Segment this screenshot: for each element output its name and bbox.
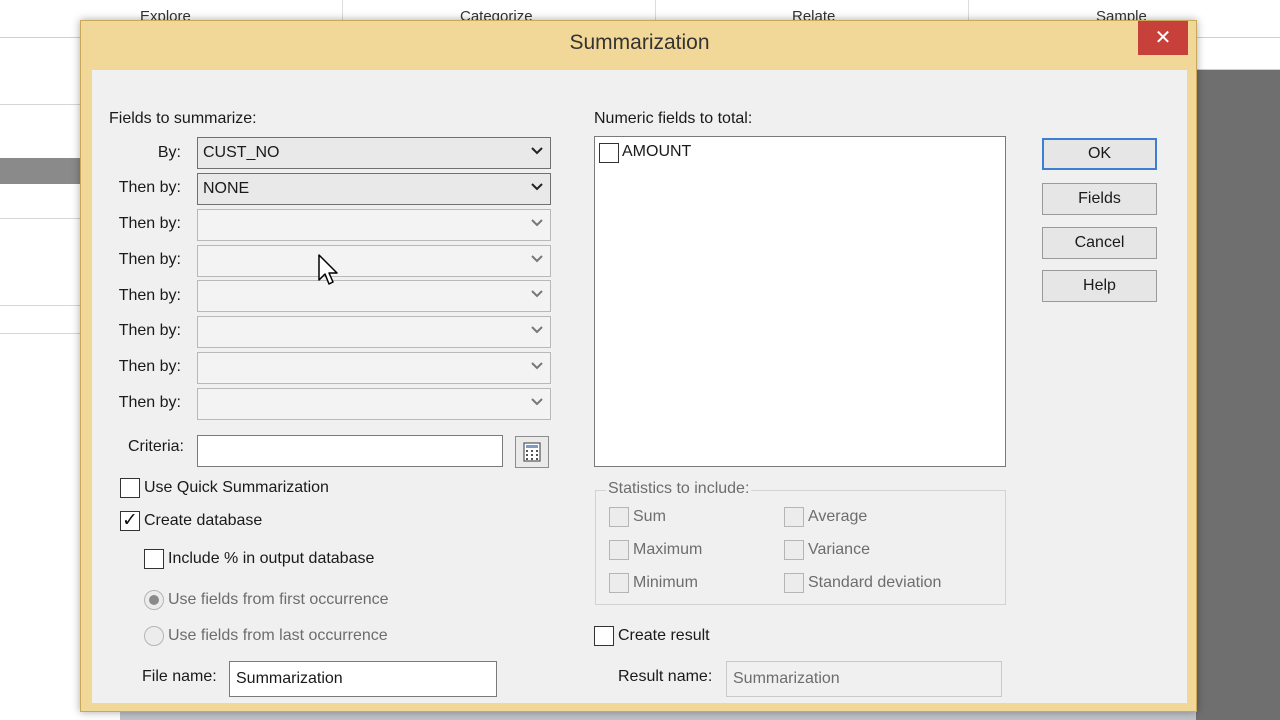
quick-summarization-label: Use Quick Summarization [144, 479, 329, 496]
sum-label: Sum [633, 508, 666, 525]
chevron-down-icon [530, 216, 544, 230]
then-by-label: Then by: [118, 322, 181, 339]
numeric-field-name: AMOUNT [622, 143, 692, 160]
then-by-dropdown-6[interactable] [197, 352, 551, 384]
mouse-pointer-icon [318, 254, 338, 285]
statistics-group-label: Statistics to include: [606, 480, 752, 498]
use-last-occurrence-radio[interactable] [144, 626, 164, 646]
std-dev-label: Standard deviation [808, 574, 942, 591]
dialog-title: Summarization [569, 31, 710, 54]
result-name-label: Result name: [618, 668, 713, 685]
create-result-label: Create result [618, 627, 710, 644]
average-label: Average [808, 508, 868, 525]
create-database-checkbox[interactable]: ✓ [120, 510, 140, 531]
expression-builder-button[interactable] [515, 436, 549, 468]
then-by-dropdown-1[interactable]: NONE [197, 173, 551, 205]
chevron-down-icon [530, 395, 544, 409]
use-last-occurrence-label: Use fields from last occurrence [168, 627, 388, 644]
fields-button[interactable]: Fields [1042, 183, 1157, 215]
then-by-label: Then by: [118, 287, 181, 304]
maximum-checkbox[interactable] [609, 540, 629, 560]
then-by-dropdown-7[interactable] [197, 388, 551, 420]
then-by-label: Then by: [118, 394, 181, 411]
variance-label: Variance [808, 541, 870, 558]
then-by-value: NONE [203, 180, 250, 197]
criteria-input[interactable] [197, 435, 503, 467]
then-by-dropdown-5[interactable] [197, 316, 551, 348]
bg-divider [0, 305, 80, 306]
then-by-label: Then by: [118, 179, 181, 196]
bg-selected-row [0, 158, 80, 184]
help-button[interactable]: Help [1042, 270, 1157, 302]
cancel-button[interactable]: Cancel [1042, 227, 1157, 259]
then-by-label: Then by: [118, 358, 181, 375]
by-field-dropdown[interactable]: CUST_NO [197, 137, 551, 169]
maximum-label: Maximum [633, 541, 703, 558]
numeric-fields-list[interactable]: AMOUNT [594, 136, 1006, 467]
bg-divider [0, 218, 80, 219]
dialog-client-area: Fields to summarize: By: CUST_NO Then by… [92, 70, 1187, 703]
chevron-down-icon [530, 287, 544, 301]
create-database-label: Create database [144, 512, 263, 529]
result-name-input[interactable]: Summarization [726, 661, 1002, 697]
include-percent-checkbox[interactable] [144, 549, 164, 569]
file-name-input[interactable]: Summarization [229, 661, 497, 697]
use-first-occurrence-radio[interactable] [144, 590, 164, 610]
variance-checkbox[interactable] [784, 540, 804, 560]
bg-panel-top [1196, 38, 1280, 70]
criteria-label: Criteria: [127, 438, 184, 455]
fields-to-summarize-label: Fields to summarize: [109, 110, 257, 127]
by-field-value: CUST_NO [203, 144, 280, 161]
file-name-value: Summarization [236, 670, 343, 687]
numeric-field-checkbox[interactable] [599, 143, 619, 163]
then-by-dropdown-3[interactable] [197, 245, 551, 277]
chevron-down-icon [530, 144, 544, 158]
close-icon: ✕ [1154, 27, 1172, 49]
sum-checkbox[interactable] [609, 507, 629, 527]
file-name-label: File name: [142, 668, 217, 685]
then-by-label: Then by: [118, 215, 181, 232]
calculator-icon [523, 442, 541, 462]
then-by-label: Then by: [118, 251, 181, 268]
include-percent-label: Include % in output database [168, 550, 375, 567]
by-label: By: [157, 144, 181, 161]
chevron-down-icon [530, 180, 544, 194]
then-by-dropdown-4[interactable] [197, 280, 551, 312]
numeric-fields-label: Numeric fields to total: [594, 110, 753, 127]
quick-summarization-checkbox[interactable] [120, 478, 140, 498]
bg-divider [0, 333, 80, 334]
then-by-dropdown-2[interactable] [197, 209, 551, 241]
chevron-down-icon [530, 359, 544, 373]
chevron-down-icon [530, 323, 544, 337]
minimum-label: Minimum [633, 574, 698, 591]
average-checkbox[interactable] [784, 507, 804, 527]
bg-divider [0, 104, 80, 105]
chevron-down-icon [530, 252, 544, 266]
use-first-occurrence-label: Use fields from first occurrence [168, 591, 389, 608]
radio-selected-dot [149, 595, 159, 605]
summarization-dialog: Summarization ✕ Fields to summarize: By:… [80, 20, 1197, 712]
checkmark-icon: ✓ [122, 510, 138, 531]
ok-button[interactable]: OK [1042, 138, 1157, 170]
close-button[interactable]: ✕ [1138, 21, 1188, 55]
minimum-checkbox[interactable] [609, 573, 629, 593]
bg-panel-gray [1196, 70, 1280, 720]
std-dev-checkbox[interactable] [784, 573, 804, 593]
create-result-checkbox[interactable] [594, 626, 614, 646]
result-name-value: Summarization [733, 670, 840, 687]
